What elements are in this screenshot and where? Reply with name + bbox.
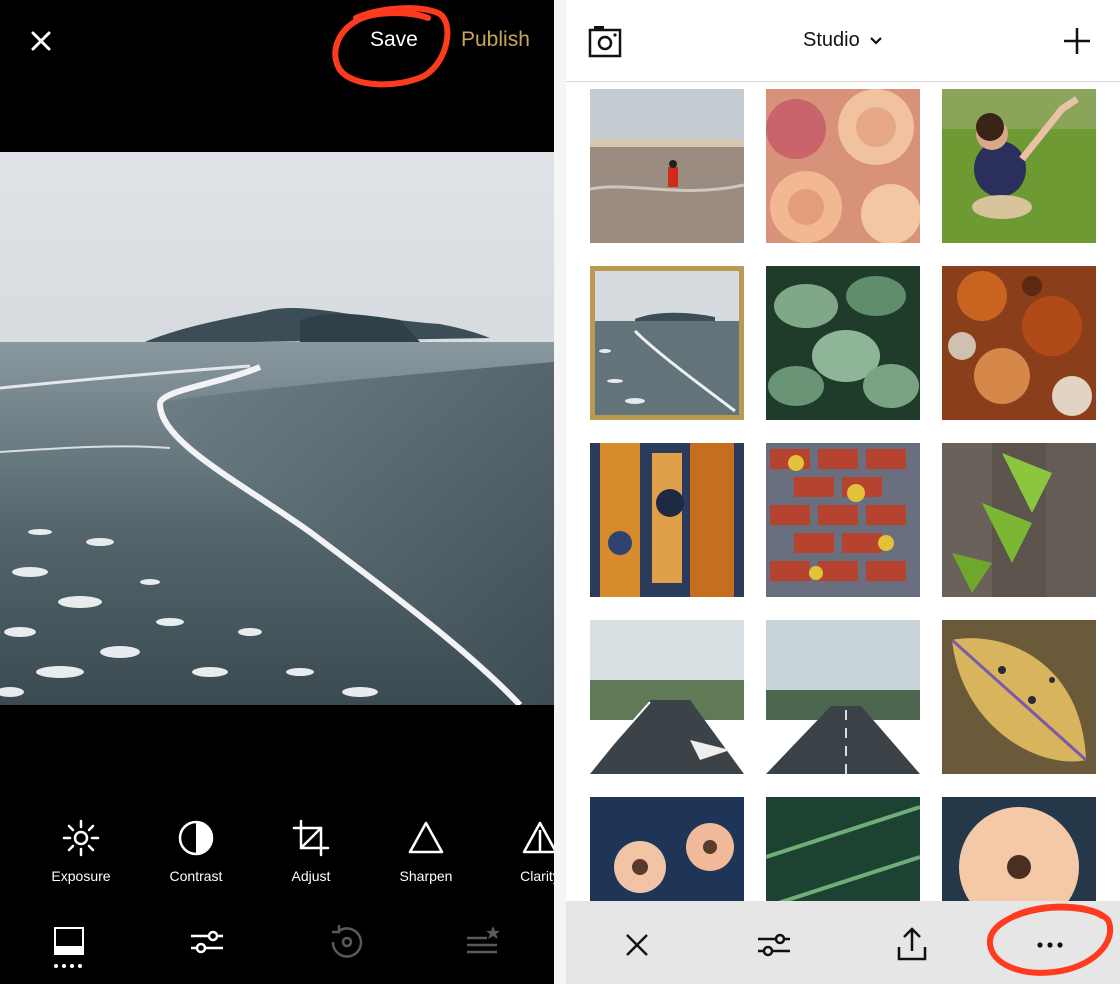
tool-contrast[interactable]: Contrast: [146, 814, 246, 884]
recipes-icon: [467, 926, 500, 954]
thumb-ivy-fence[interactable]: [942, 443, 1096, 597]
tool-label: Clarity: [520, 868, 554, 884]
camera-button[interactable]: [588, 24, 622, 63]
thumb-peeling-paint[interactable]: [590, 443, 744, 597]
history-icon: [331, 925, 363, 958]
studio-panel: Studio: [566, 0, 1120, 984]
crop-icon: [292, 819, 330, 857]
editor-panel: Save Publish Exposure Contrast Adjust Sh…: [0, 0, 554, 984]
thumb-leaf-art[interactable]: [942, 620, 1096, 774]
thumb-beach-selected[interactable]: [590, 266, 744, 420]
edit-button[interactable]: [752, 923, 796, 967]
close-icon: [626, 934, 648, 956]
share-button[interactable]: [890, 923, 934, 967]
close-icon: [31, 31, 51, 51]
thumb-toddler-grass[interactable]: [942, 89, 1096, 243]
sun-icon: [62, 819, 100, 857]
panel-divider: [554, 0, 566, 984]
studio-title: Studio: [803, 29, 860, 51]
presets-icon: [54, 927, 84, 968]
share-icon: [897, 927, 927, 961]
tool-label: Exposure: [51, 868, 111, 884]
more-button[interactable]: [1028, 923, 1072, 967]
camera-icon: [588, 26, 622, 58]
tool-clarity[interactable]: Clarity: [490, 814, 554, 884]
save-button[interactable]: Save: [370, 28, 418, 52]
deselect-button[interactable]: [615, 923, 659, 967]
tools-tab[interactable]: [177, 914, 237, 974]
tool-label: Sharpen: [399, 868, 453, 884]
thumb-road-2[interactable]: [766, 620, 920, 774]
editor-bottom-nav: [0, 914, 554, 984]
close-button[interactable]: [28, 28, 54, 54]
triangle-icon: [408, 821, 444, 854]
publish-button[interactable]: Publish: [461, 28, 530, 52]
clarity-icon: [522, 821, 554, 854]
studio-dropdown[interactable]: Studio: [803, 29, 883, 52]
tool-adjust[interactable]: Adjust: [261, 814, 361, 884]
add-button[interactable]: [1062, 26, 1092, 61]
plus-icon: [1064, 28, 1090, 54]
thumb-child-beach[interactable]: [590, 89, 744, 243]
tool-label: Adjust: [291, 868, 331, 884]
sliders-icon: [191, 930, 223, 954]
edit-photo: [0, 152, 554, 705]
thumb-leaves[interactable]: [766, 266, 920, 420]
presets-tab[interactable]: [39, 914, 99, 974]
recipes-tab[interactable]: [453, 914, 513, 974]
thumb-bricks[interactable]: [766, 443, 920, 597]
contrast-icon: [178, 820, 214, 856]
thumb-rust[interactable]: [942, 266, 1096, 420]
studio-footer-toolbar: [566, 901, 1120, 984]
sliders-icon: [758, 933, 790, 957]
tool-exposure[interactable]: Exposure: [31, 814, 131, 884]
more-icon: [1037, 942, 1063, 948]
studio-header: Studio: [566, 0, 1120, 82]
history-tab[interactable]: [317, 914, 377, 974]
chevron-down-icon: [870, 36, 883, 45]
thumb-roses[interactable]: [766, 89, 920, 243]
tool-strip: Exposure Contrast Adjust Sharpen Clarit: [0, 814, 554, 894]
thumb-road-1[interactable]: [590, 620, 744, 774]
tool-label: Contrast: [169, 868, 223, 884]
tool-sharpen[interactable]: Sharpen: [376, 814, 476, 884]
